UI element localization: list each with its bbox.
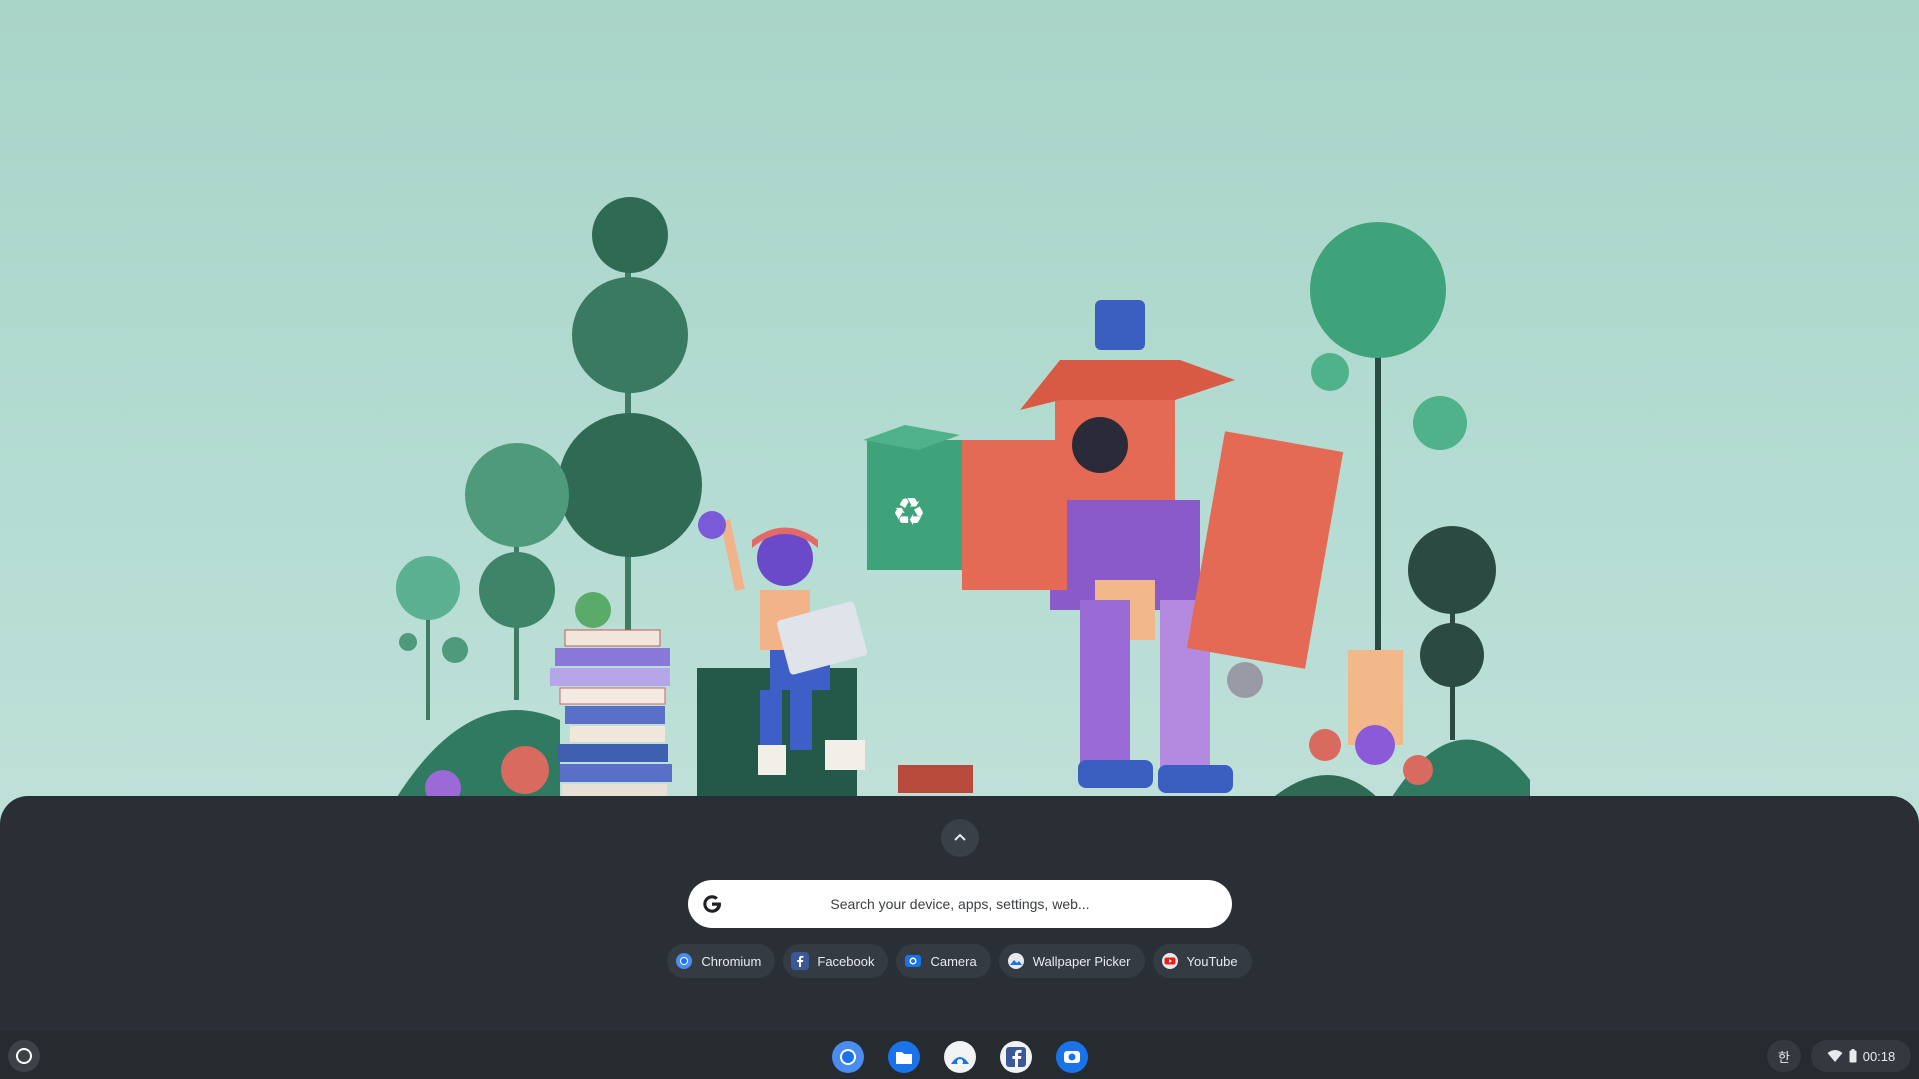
wallpaper-picker-icon (1007, 952, 1025, 970)
shelf-app-facebook[interactable] (998, 1039, 1034, 1075)
battery-brick (898, 765, 973, 793)
tree-left-mid (465, 443, 569, 700)
expand-launcher-button[interactable] (941, 819, 979, 857)
chip-chromium[interactable]: Chromium (667, 944, 776, 978)
facebook-icon (791, 952, 810, 970)
chip-youtube[interactable]: YouTube (1152, 944, 1252, 978)
pinned-apps (830, 1039, 1090, 1075)
youtube-icon (1161, 952, 1179, 970)
clock-time: 00:18 (1862, 1048, 1896, 1064)
camera-icon (904, 952, 922, 970)
status-area[interactable]: 00:18 (1811, 1040, 1911, 1072)
chip-label: Camera (930, 953, 977, 969)
tree-right-small (1408, 526, 1496, 740)
robot-figure: ♻ (863, 300, 1344, 793)
ime-label: 한 (1778, 1049, 1790, 1065)
battery-icon (1849, 1049, 1857, 1063)
search-placeholder: Search your device, apps, settings, web.… (830, 896, 1090, 912)
wallpaper-illustration: ♻ (395, 197, 1530, 800)
chevron-up-icon (954, 833, 966, 841)
launcher-circle-icon (16, 1048, 32, 1064)
tree-left-tall (558, 197, 702, 630)
chip-label: Chromium (701, 953, 762, 969)
shelf-app-files[interactable] (886, 1039, 922, 1075)
suggestion-chips: Chromium Facebook Camera Wallpaper Picke… (0, 944, 1919, 978)
chip-label: YouTube (1186, 953, 1238, 969)
facebook-icon (1000, 1041, 1032, 1073)
chromium-icon (675, 952, 693, 970)
shelf-app-wallpaper-picker[interactable] (942, 1039, 978, 1075)
book-stack (550, 592, 672, 800)
chip-label: Wallpaper Picker (1032, 953, 1131, 969)
ime-menu-button[interactable]: 한 (1767, 1040, 1801, 1072)
chip-facebook[interactable]: Facebook (783, 944, 889, 978)
launcher-search-box[interactable]: Search your device, apps, settings, web.… (688, 880, 1232, 928)
launcher-home-button[interactable] (8, 1040, 40, 1072)
files-icon (888, 1041, 920, 1073)
camera-icon (1056, 1041, 1088, 1073)
chip-wallpaper-picker[interactable]: Wallpaper Picker (998, 944, 1145, 978)
svg-text:♻: ♻ (892, 490, 926, 534)
shelf-app-chromium[interactable] (830, 1039, 866, 1075)
chip-camera[interactable]: Camera (896, 944, 991, 978)
chromium-icon (832, 1041, 864, 1073)
tree-left-small (396, 556, 468, 720)
chip-label: Facebook (817, 953, 875, 969)
shelf-app-camera[interactable] (1054, 1039, 1090, 1075)
wallpaper-picker-icon (944, 1041, 976, 1073)
wifi-icon (1827, 1050, 1843, 1062)
